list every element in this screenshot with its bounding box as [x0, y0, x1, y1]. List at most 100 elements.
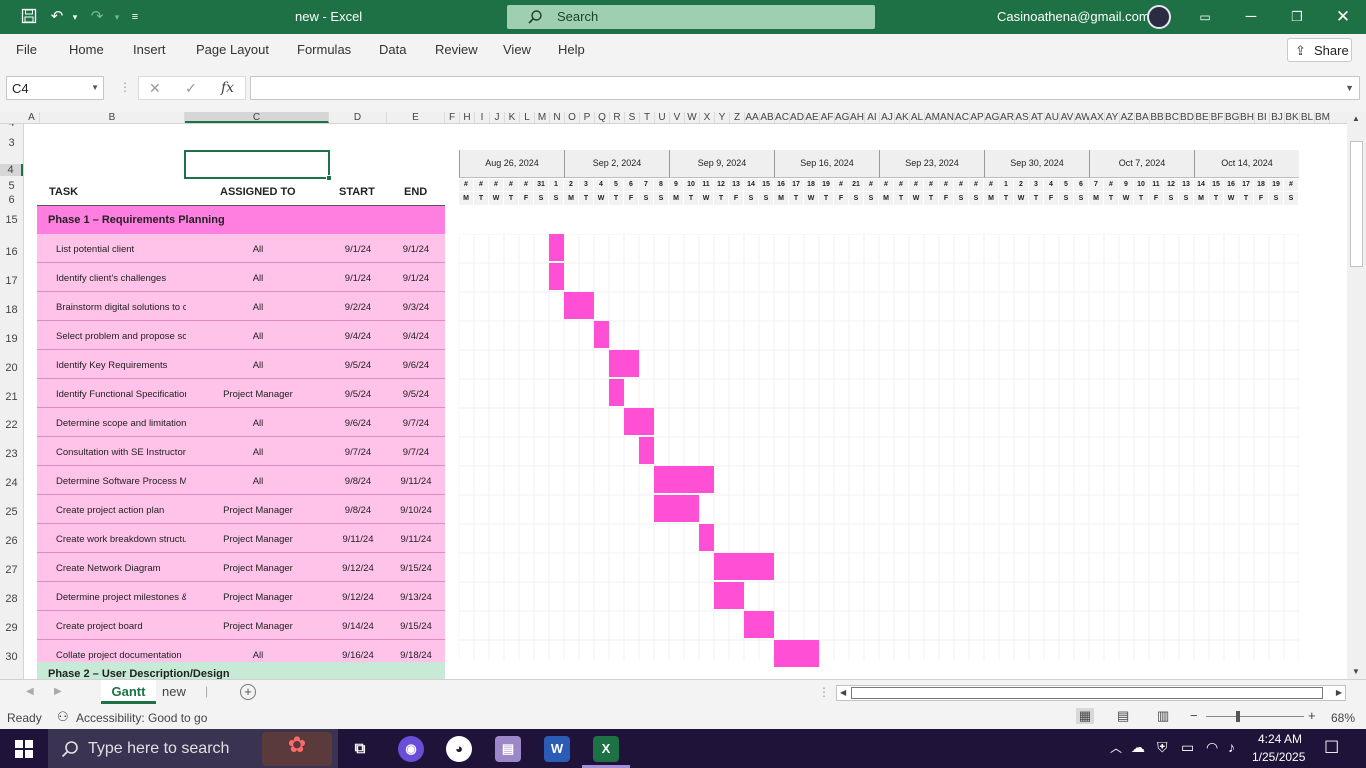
column-header-a[interactable]: A — [24, 112, 40, 123]
normal-view-icon[interactable]: ▦ — [1076, 708, 1094, 724]
gantt-bar[interactable] — [624, 408, 654, 435]
onedrive-icon[interactable]: ☁ — [1131, 739, 1145, 756]
tab-file[interactable]: File — [16, 42, 37, 57]
column-header-t[interactable]: T — [640, 112, 655, 123]
column-header-p[interactable]: P — [580, 112, 595, 123]
row-header-23[interactable]: 23 — [0, 448, 23, 460]
column-header-n[interactable]: N — [550, 112, 565, 123]
drag-handle-icon[interactable]: ⋮ — [119, 80, 131, 94]
gantt-bar[interactable] — [774, 640, 819, 667]
sheet-tab-gantt[interactable]: Gantt — [101, 680, 156, 704]
row-header-24[interactable]: 24 — [0, 477, 23, 489]
task-assigned[interactable]: All — [187, 331, 329, 342]
next-sheet-icon[interactable]: ▶ — [54, 686, 62, 697]
column-header-ap[interactable]: AP — [970, 112, 985, 123]
vertical-scroll-thumb[interactable] — [1350, 141, 1363, 267]
task-name[interactable]: Create Network Diagram — [56, 563, 186, 574]
task-name[interactable]: Identify Key Requirements — [56, 360, 186, 371]
task-start[interactable]: 9/12/24 — [329, 563, 387, 574]
task-name[interactable]: Create project board — [56, 621, 186, 632]
row-header-18[interactable]: 18 — [0, 304, 23, 316]
task-end[interactable]: 9/11/24 — [387, 476, 445, 487]
task-assigned[interactable]: Project Manager — [187, 534, 329, 545]
row-header-27[interactable]: 27 — [0, 564, 23, 576]
task-name[interactable]: Identify client's challenges — [56, 273, 186, 284]
table-row[interactable]: List potential client All 9/1/24 9/1/24 — [37, 234, 445, 263]
column-header-bl[interactable]: BL — [1300, 112, 1315, 123]
accessibility-status[interactable]: Accessibility: Good to go — [76, 711, 207, 725]
scroll-right-icon[interactable]: ▶ — [1336, 688, 1342, 697]
column-header-ad[interactable]: AD — [790, 112, 805, 123]
column-header-ay[interactable]: AY — [1105, 112, 1120, 123]
gantt-bar[interactable] — [714, 553, 774, 580]
horizontal-scrollbar[interactable]: ◀ ▶ — [836, 685, 1346, 701]
task-assigned[interactable]: All — [187, 273, 329, 284]
gantt-bar[interactable] — [564, 292, 594, 319]
task-assigned[interactable]: All — [187, 476, 329, 487]
column-header-q[interactable]: Q — [595, 112, 610, 123]
insert-function-icon[interactable]: fx — [221, 80, 234, 96]
row-header-3[interactable]: 3 — [0, 137, 23, 149]
undo-icon[interactable]: ↶ — [48, 8, 66, 26]
column-header-at[interactable]: AT — [1030, 112, 1045, 123]
column-header-c[interactable]: C — [185, 112, 329, 123]
task-name[interactable]: Collate project documentation — [56, 650, 186, 661]
split-handle[interactable]: ⋮ — [818, 685, 830, 699]
task-start[interactable]: 9/8/24 — [329, 505, 387, 516]
page-layout-view-icon[interactable]: ▤ — [1117, 708, 1129, 724]
column-header-bi[interactable]: BI — [1255, 112, 1270, 123]
table-row[interactable]: Create work breakdown structu Project Man… — [37, 524, 445, 553]
column-header-bb[interactable]: BB — [1150, 112, 1165, 123]
task-start[interactable]: 9/5/24 — [329, 389, 387, 400]
task-start[interactable]: 9/5/24 — [329, 360, 387, 371]
table-row[interactable]: Determine Software Process M All 9/8/24 9/1… — [37, 466, 445, 495]
column-header-y[interactable]: Y — [715, 112, 730, 123]
expand-formula-icon[interactable]: ▼ — [1345, 83, 1354, 93]
gantt-bar[interactable] — [609, 379, 624, 406]
scroll-down-icon[interactable]: ▼ — [1352, 667, 1360, 676]
table-row[interactable]: Identify Functional Specificatior Project… — [37, 379, 445, 408]
column-header-i[interactable]: I — [475, 112, 490, 123]
task-name[interactable]: Determine Software Process M — [56, 476, 186, 487]
gantt-bar[interactable] — [639, 437, 654, 464]
column-header-bg[interactable]: BG — [1225, 112, 1240, 123]
share-button[interactable]: ⇪ Share — [1287, 38, 1352, 62]
column-header-be[interactable]: BE — [1195, 112, 1210, 123]
phase-2-row[interactable]: Phase 2 – User Description/Design — [37, 662, 445, 679]
task-assigned[interactable]: All — [187, 360, 329, 371]
taskbar-search[interactable]: Type here to search ✿ — [48, 729, 338, 768]
task-end[interactable]: 9/7/24 — [387, 447, 445, 458]
column-header-h[interactable]: H — [460, 112, 475, 123]
column-header-al[interactable]: AL — [910, 112, 925, 123]
horizontal-scroll-thumb[interactable] — [851, 687, 1323, 699]
row-header-28[interactable]: 28 — [0, 593, 23, 605]
column-header-o[interactable]: O — [565, 112, 580, 123]
avatar[interactable] — [1147, 5, 1171, 29]
column-header-v[interactable]: V — [670, 112, 685, 123]
column-header-ac[interactable]: AC — [775, 112, 790, 123]
undo-dropdown-icon[interactable]: ▾ — [66, 8, 84, 26]
task-name[interactable]: Identify Functional Specificatior — [56, 389, 186, 400]
column-header-l[interactable]: L — [520, 112, 535, 123]
column-header-z[interactable]: Z — [730, 112, 745, 123]
task-assigned[interactable]: All — [187, 302, 329, 313]
tab-formulas[interactable]: Formulas — [297, 42, 351, 57]
app-circle-icon[interactable]: ◉ — [398, 736, 424, 762]
column-header-af[interactable]: AF — [820, 112, 835, 123]
task-assigned[interactable]: Project Manager — [187, 621, 329, 632]
column-header-ar[interactable]: AR — [1000, 112, 1015, 123]
scroll-left-icon[interactable]: ◀ — [840, 688, 846, 697]
show-hidden-icons-icon[interactable]: ︿ — [1110, 739, 1122, 756]
search-box[interactable]: Search — [507, 5, 875, 29]
column-header-av[interactable]: AV — [1060, 112, 1075, 123]
tab-review[interactable]: Review — [435, 42, 478, 57]
tab-help[interactable]: Help — [558, 42, 585, 57]
add-sheet-button[interactable]: + — [240, 684, 256, 700]
task-start[interactable]: 9/12/24 — [329, 592, 387, 603]
task-view-icon[interactable]: ⧉ — [347, 736, 373, 762]
task-start[interactable]: 9/7/24 — [329, 447, 387, 458]
zoom-slider[interactable] — [1206, 716, 1304, 717]
word-icon[interactable]: W — [544, 736, 570, 762]
phase-1-row[interactable]: Phase 1 – Requirements Planning — [37, 206, 445, 234]
accessibility-icon[interactable]: ⚇ — [57, 709, 69, 725]
